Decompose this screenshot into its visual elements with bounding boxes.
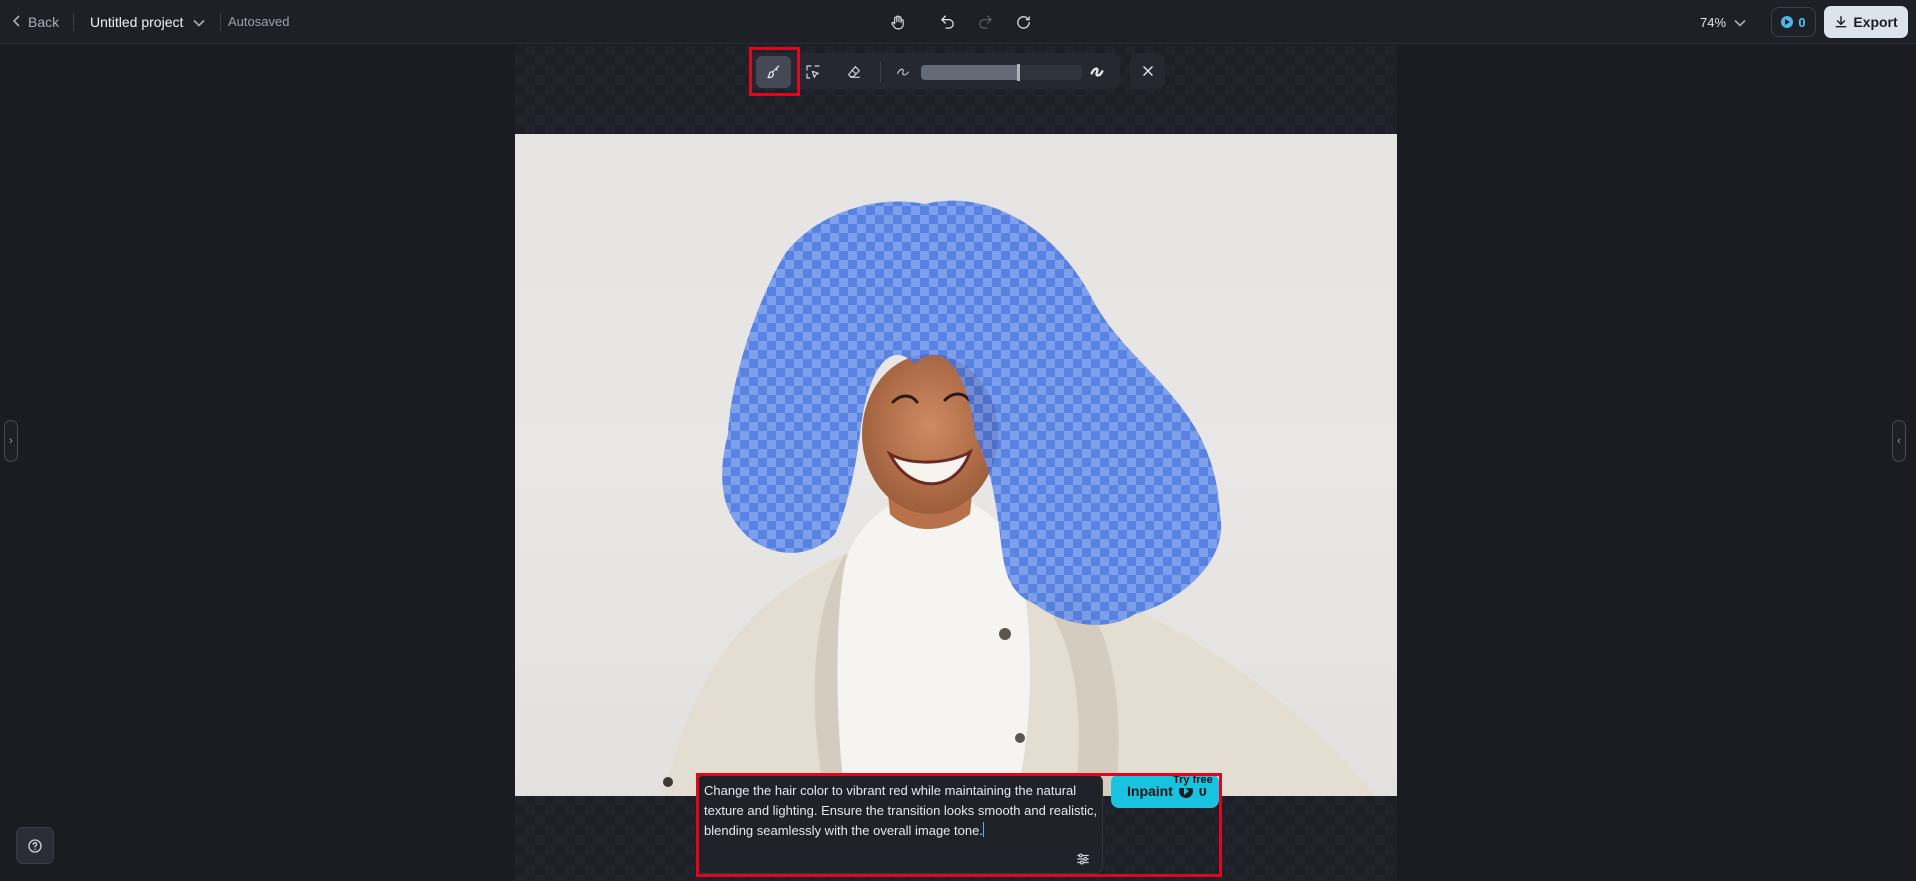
brush-size-small-icon [891, 60, 915, 84]
close-icon [1142, 66, 1153, 76]
canvas-image[interactable] [515, 134, 1397, 796]
help-button[interactable] [16, 827, 54, 864]
sliders-icon [1077, 853, 1089, 865]
try-free-badge: Try free [1170, 773, 1216, 788]
hand-tool-button[interactable] [884, 9, 910, 35]
brush-size-slider[interactable] [921, 64, 1082, 81]
back-button[interactable]: Back [12, 11, 59, 33]
credit-coin-icon [1781, 16, 1794, 28]
brush-size-large-icon [1085, 60, 1109, 84]
prompt-input[interactable]: Change the hair color to vibrant red whi… [697, 774, 1103, 874]
save-status: Autosaved [228, 14, 290, 29]
top-bar: Back Untitled project Autosaved 74% 0 Ex… [0, 0, 1916, 44]
export-button[interactable]: Export [1824, 6, 1908, 38]
undo-icon [940, 14, 954, 29]
refresh-button[interactable] [1010, 9, 1036, 35]
zoom-dropdown[interactable]: 74% [1700, 11, 1746, 33]
right-panel-toggle[interactable]: ‹ [1892, 420, 1906, 462]
credits-button[interactable]: 0 [1771, 7, 1816, 37]
smart-select-button[interactable] [801, 60, 825, 84]
divider [73, 13, 74, 31]
download-icon [1835, 16, 1847, 28]
prompt-settings-button[interactable] [1074, 850, 1092, 868]
chevron-left-icon [12, 14, 22, 30]
brush-icon [766, 65, 779, 79]
export-label: Export [1853, 14, 1898, 30]
divider [220, 13, 221, 31]
brush-size-fill [921, 65, 1018, 80]
eraser-button[interactable] [842, 60, 866, 84]
back-label: Back [28, 14, 60, 30]
chevron-left-icon: ‹ [1897, 435, 1901, 447]
chevron-down-icon [1734, 15, 1746, 30]
brush-size-thumb[interactable] [1016, 64, 1020, 81]
close-inpaint-button[interactable] [1130, 53, 1165, 89]
canvas-controls [884, 9, 1036, 35]
prompt-text: Change the hair color to vibrant red whi… [704, 783, 1101, 838]
help-icon [28, 838, 42, 853]
redo-button[interactable] [972, 9, 998, 35]
project-name-dropdown[interactable]: Untitled project [90, 11, 205, 33]
zoom-level: 74% [1700, 14, 1727, 30]
chevron-right-icon: › [9, 435, 13, 447]
project-name: Untitled project [90, 14, 184, 30]
left-panel-toggle[interactable]: › [4, 420, 18, 462]
smart-select-icon [806, 65, 820, 79]
toolbar-divider [880, 62, 881, 82]
credits-count: 0 [1798, 14, 1806, 30]
chevron-down-icon [193, 14, 205, 30]
redo-icon [978, 14, 992, 29]
text-caret [982, 822, 984, 837]
hand-icon [890, 15, 904, 29]
inpaint-label: Inpaint [1127, 783, 1173, 799]
brush-tool-button[interactable] [756, 56, 791, 88]
portrait-photo [663, 200, 1375, 796]
refresh-icon [1016, 15, 1030, 29]
undo-button[interactable] [934, 9, 960, 35]
eraser-icon [848, 66, 860, 78]
